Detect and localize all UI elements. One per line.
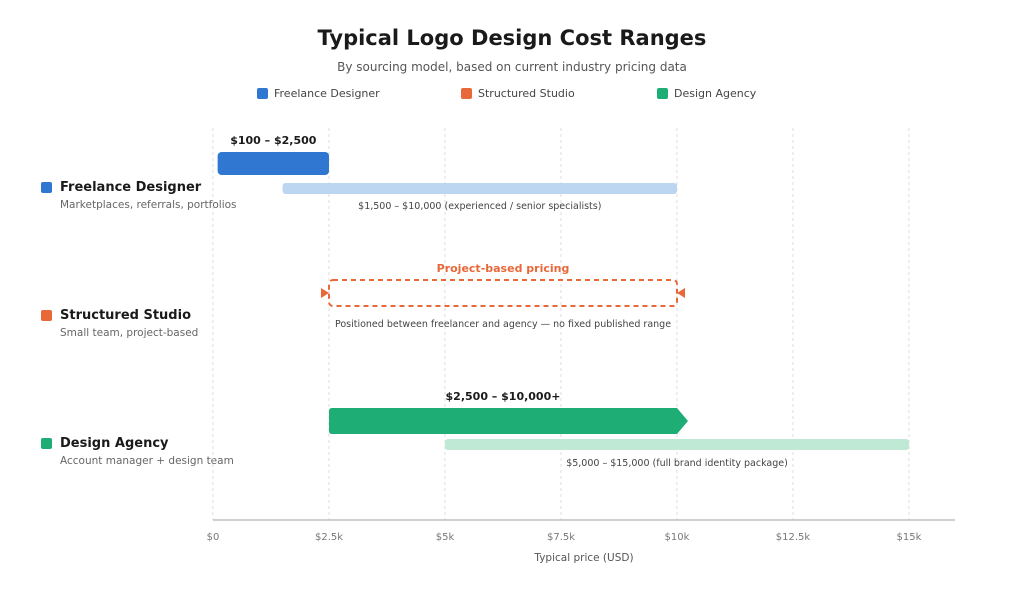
x-axis-label: Typical price (USD) bbox=[533, 552, 633, 564]
bar-studio-left-marker bbox=[321, 288, 329, 298]
bar-freelance-primary bbox=[217, 152, 329, 175]
bar-studio-right-marker bbox=[677, 288, 685, 298]
bar-label-agency-secondary: $5,000 – $15,000 (full brand identity pa… bbox=[566, 458, 788, 469]
bar-label-freelance-primary: $100 – $2,500 bbox=[230, 134, 317, 147]
x-tick-label: $12.5k bbox=[776, 532, 811, 543]
bar-label-freelance-secondary: $1,500 – $10,000 (experienced / senior s… bbox=[358, 201, 601, 212]
bar-agency-primary bbox=[329, 408, 688, 434]
bar-freelance-secondary bbox=[282, 183, 677, 194]
bar-label-agency-primary: $2,500 – $10,000+ bbox=[446, 390, 561, 403]
bar-studio-dashed bbox=[328, 279, 678, 307]
bar-label-studio: Project-based pricing bbox=[437, 262, 570, 275]
x-tick-label: $5k bbox=[436, 532, 455, 543]
x-tick-label: $15k bbox=[897, 532, 922, 543]
range-chart: $0 $2.5k $5k $7.5k $10k $12.5k $15k Typical pri… bbox=[207, 128, 955, 564]
x-tick-label: $10k bbox=[665, 532, 690, 543]
x-tick-label: $7.5k bbox=[547, 532, 575, 543]
bar-note-studio: Positioned between freelancer and agency… bbox=[335, 319, 671, 330]
bar-agency-secondary bbox=[445, 439, 909, 450]
x-tick-label: $0 bbox=[207, 532, 220, 543]
x-tick-label: $2.5k bbox=[315, 532, 343, 543]
